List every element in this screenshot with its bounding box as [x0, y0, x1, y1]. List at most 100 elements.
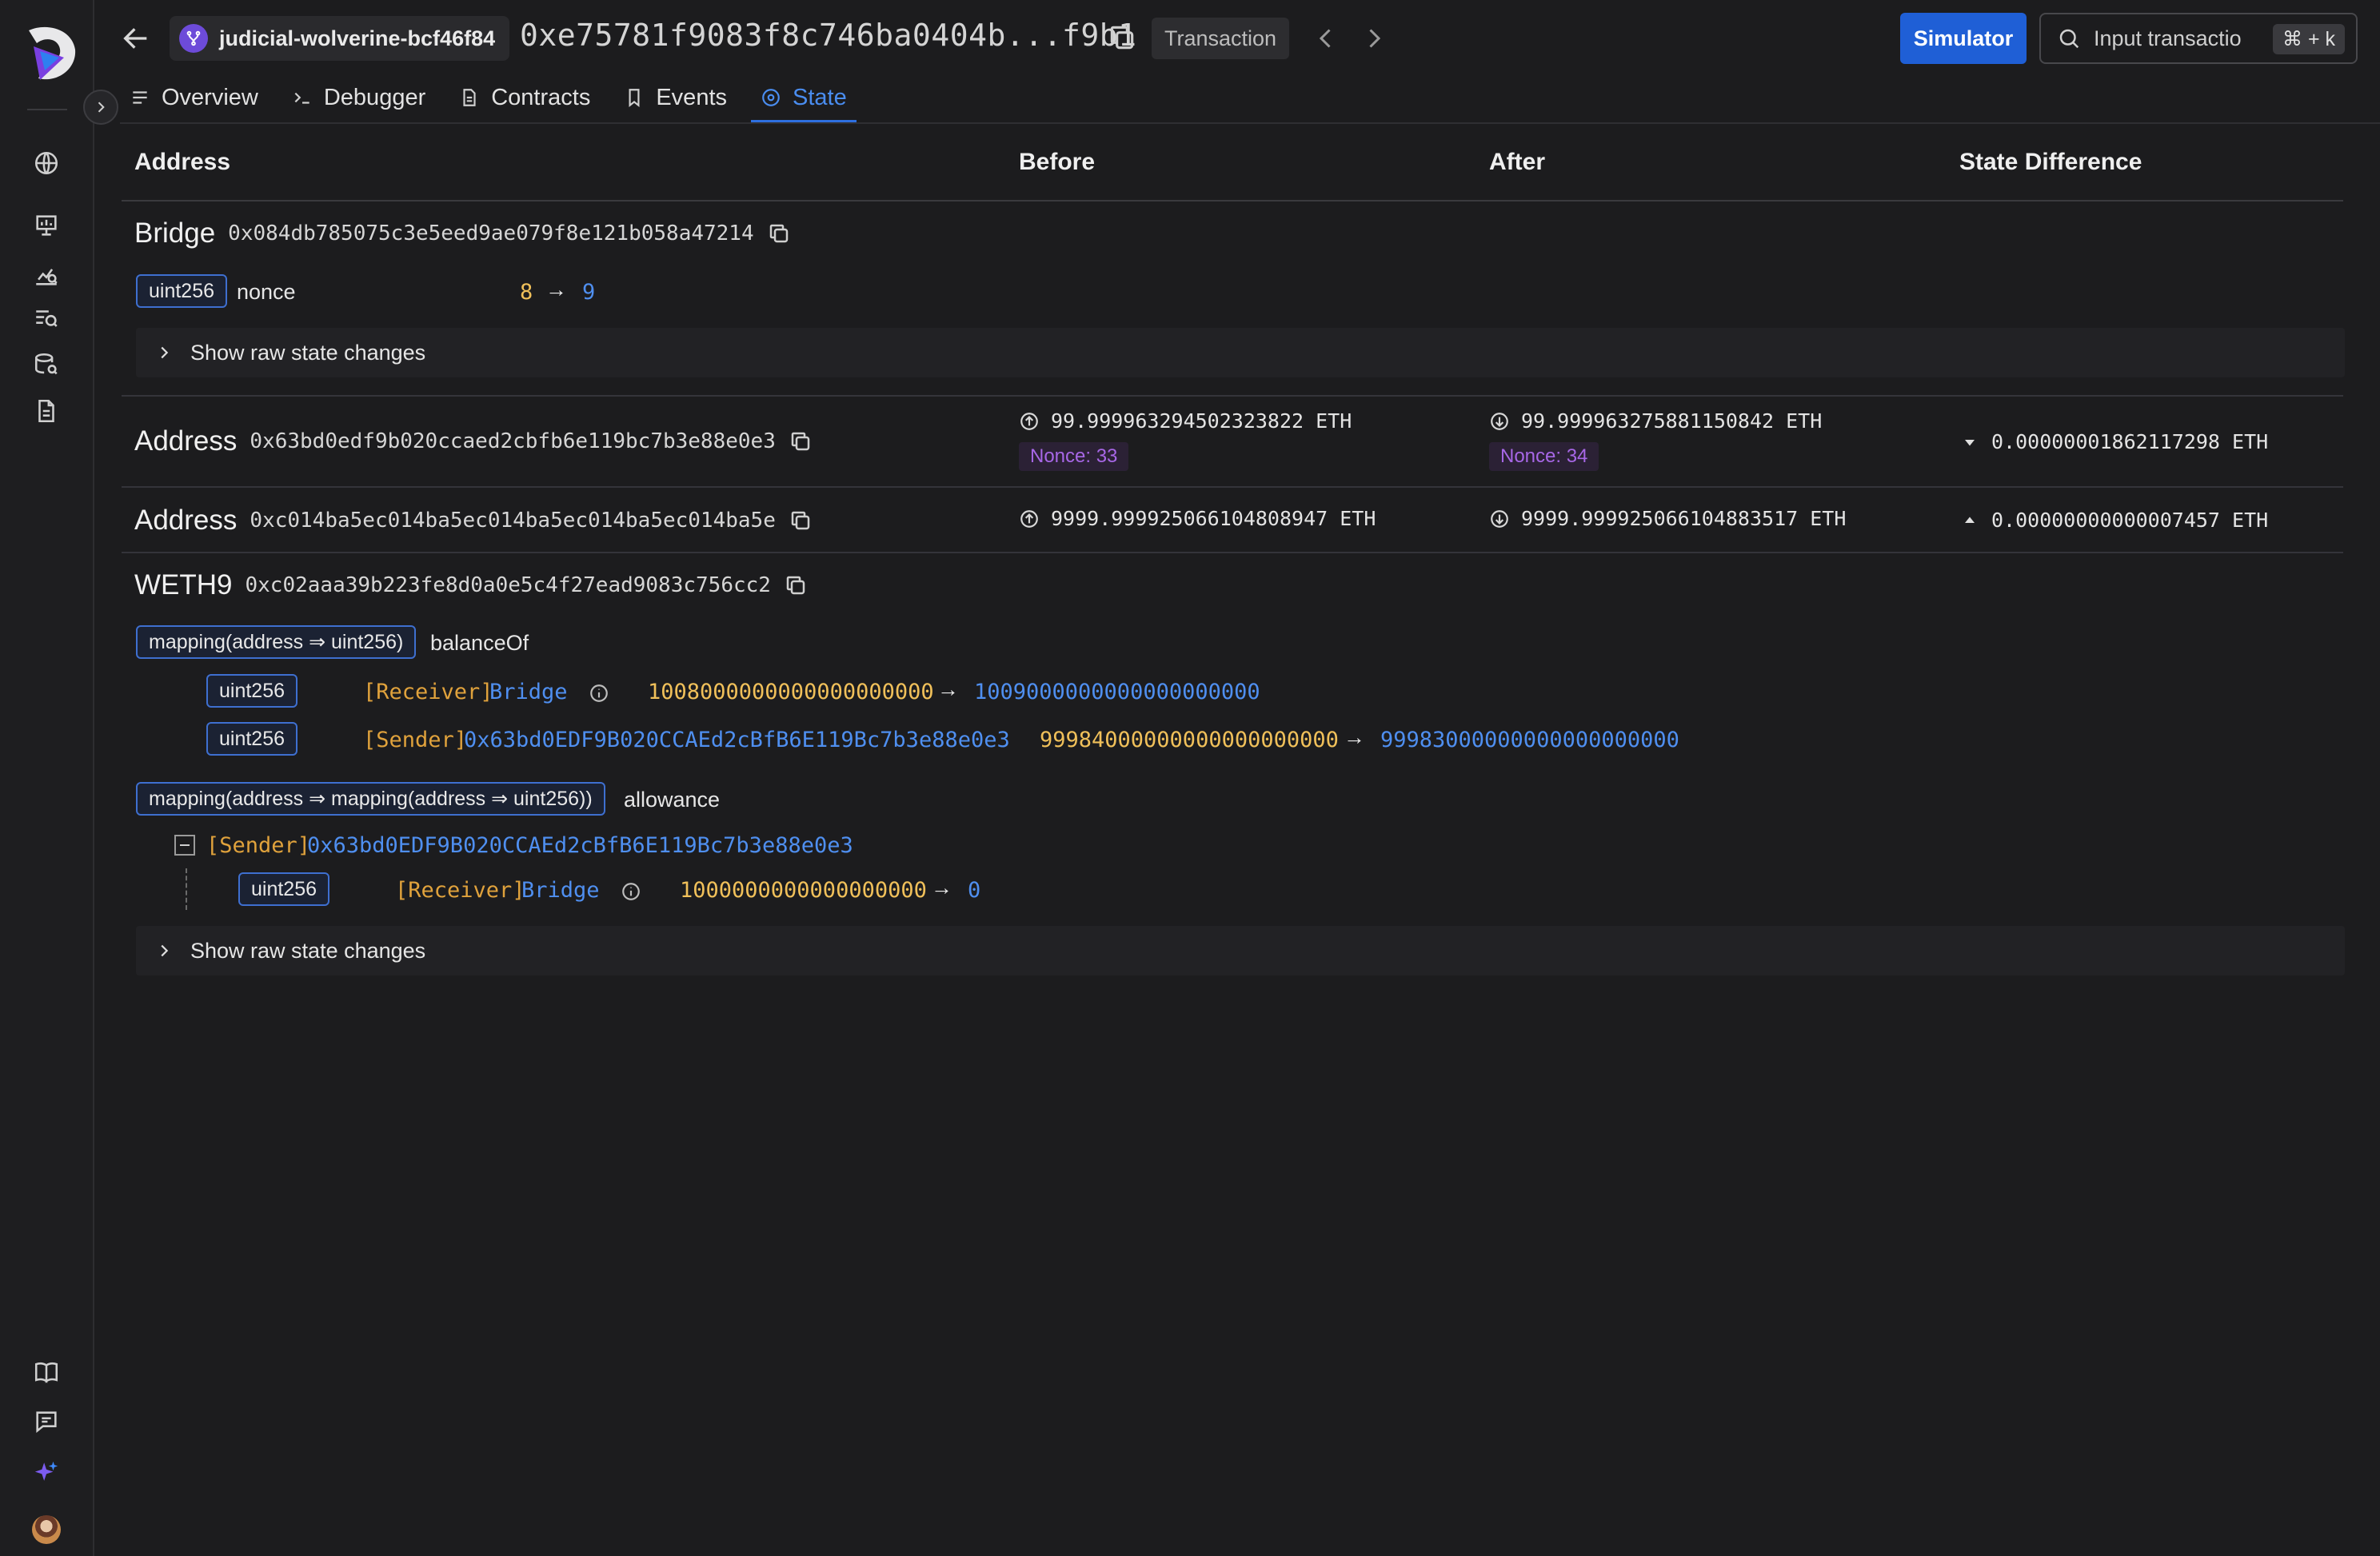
nonce-badge: Nonce: 34	[1489, 442, 1599, 471]
copy-icon[interactable]	[784, 573, 808, 597]
left-rail	[0, 0, 94, 1556]
contract-title-bridge: Bridge 0x084db785075c3e5eed9ae079f8e121b…	[134, 217, 791, 249]
contract-address[interactable]: 0xc02aaa39b223fe8d0a0e5c4f27ead9083c756c…	[246, 573, 771, 597]
value-before: 1008000000000000000000	[648, 680, 934, 704]
avatar[interactable]	[32, 1515, 61, 1544]
triangle-down-icon	[1965, 439, 1975, 445]
value-after: 99983000000000000000000	[1380, 728, 1679, 752]
chat-icon[interactable]	[30, 1406, 62, 1438]
account-label: Address	[134, 505, 238, 536]
variable-name: allowance	[624, 788, 721, 812]
transaction-hash: 0xe75781f9083f8c746ba0404b...f9b1	[520, 18, 1137, 53]
tree-connector	[186, 868, 187, 910]
collapse-toggle[interactable]	[174, 835, 195, 856]
balance-before: 99.999963294502323822 ETH	[1019, 409, 1352, 433]
state-table-header: Address Before After State Difference	[122, 136, 2343, 201]
account-address[interactable]: 0xc014ba5ec014ba5ec014ba5ec014ba5ec014ba…	[250, 509, 775, 533]
transaction-badge: Transaction	[1152, 18, 1290, 59]
tab-bar: Overview Debugger Contracts Events State	[120, 72, 857, 123]
row-divider	[122, 395, 2343, 397]
value-before: 99984000000000000000000	[1040, 728, 1339, 752]
role-label: [Sender]	[206, 833, 311, 858]
info-icon[interactable]	[589, 683, 609, 704]
type-tag: uint256	[136, 274, 228, 308]
tab-label: Overview	[162, 84, 258, 110]
change-arrow: →	[1344, 725, 1365, 749]
holder-name: Bridge	[489, 680, 568, 704]
tab-label: Contracts	[491, 84, 591, 110]
tab-label: State	[793, 84, 847, 110]
copy-icon[interactable]	[789, 509, 813, 533]
account-address[interactable]: 0x63bd0edf9b020ccaed2cbfb6e119bc7b3e88e0…	[250, 429, 775, 453]
chevron-left-icon[interactable]	[1312, 24, 1340, 53]
column-after: After	[1489, 149, 1546, 175]
database-search-icon[interactable]	[30, 349, 62, 381]
account-row-1: Address 0x63bd0edf9b020ccaed2cbfb6e119bc…	[134, 425, 813, 457]
raw-toggle-label: Show raw state changes	[190, 938, 426, 963]
value-after: 9	[582, 280, 596, 305]
difference-value: 0.00000000000007457 ETH	[1991, 509, 2269, 532]
chevron-right-icon[interactable]	[1360, 24, 1388, 53]
variable-name: nonce	[237, 280, 296, 304]
project-fork-icon	[179, 24, 208, 53]
nonce-badge: Nonce: 33	[1019, 442, 1129, 471]
back-arrow-icon[interactable]	[120, 22, 152, 54]
arrow-up-circle-icon	[1020, 509, 1038, 528]
balance-value: 9999.999925066104883517 ETH	[1521, 507, 1847, 530]
change-arrow: →	[937, 677, 959, 701]
balance-before: 9999.999925066104808947 ETH	[1019, 507, 1376, 530]
account-row-2: Address 0xc014ba5ec014ba5ec014ba5ec014ba…	[134, 505, 813, 537]
expand-sidebar-button[interactable]	[83, 90, 118, 125]
show-raw-state-changes[interactable]: Show raw state changes	[136, 926, 2345, 975]
simulator-button[interactable]: Simulator	[1900, 13, 2027, 64]
copy-icon[interactable]	[789, 429, 813, 453]
search-input[interactable]	[2094, 26, 2250, 51]
copy-icon[interactable]	[767, 221, 791, 245]
info-icon[interactable]	[621, 881, 641, 902]
chevron-right-icon	[98, 102, 105, 113]
project-chip[interactable]: judicial-wolverine-bcf46f84	[170, 16, 510, 61]
tab-debugger[interactable]: Debugger	[282, 72, 435, 123]
account-label: Address	[134, 425, 238, 457]
state-difference: 0.00000000000007457 ETH	[1963, 509, 2268, 532]
value-before: 8	[520, 280, 533, 305]
role-label: [Receiver]	[395, 878, 525, 903]
show-raw-state-changes[interactable]: Show raw state changes	[136, 328, 2345, 377]
search-box[interactable]: ⌘ + k	[2039, 13, 2358, 64]
column-before: Before	[1019, 149, 1096, 175]
document-icon[interactable]	[30, 395, 62, 427]
owner-address[interactable]: 0x63bd0EDF9B020CCAEd2cBfB6E119Bc7b3e88e0…	[307, 833, 853, 858]
tab-state[interactable]: State	[751, 72, 857, 123]
arrow-up-circle-icon	[1020, 412, 1038, 430]
copy-icon[interactable]	[1107, 22, 1137, 53]
row-divider	[122, 486, 2343, 488]
value-after: 1009000000000000000000	[974, 680, 1260, 704]
presentation-icon[interactable]	[30, 209, 62, 241]
globe-icon[interactable]	[30, 147, 62, 179]
spender-name: Bridge	[521, 878, 600, 903]
column-address: Address	[134, 149, 231, 175]
arrow-down-circle-icon	[1491, 509, 1508, 528]
type-tag: uint256	[238, 872, 330, 906]
role-label: [Receiver]	[363, 680, 493, 704]
balance-value: 99.999963294502323822 ETH	[1051, 409, 1352, 433]
app-logo[interactable]	[22, 22, 78, 86]
holder-address[interactable]: 0x63bd0EDF9B020CCAEd2cBfB6E119Bc7b3e88e0…	[464, 728, 1010, 752]
list-search-icon[interactable]	[30, 302, 62, 334]
keyboard-shortcut: ⌘ + k	[2273, 24, 2345, 54]
book-icon[interactable]	[30, 1356, 62, 1388]
raw-toggle-label: Show raw state changes	[190, 340, 426, 365]
difference-value: 0.00000001862117298 ETH	[1991, 430, 2269, 453]
tab-overview[interactable]: Overview	[120, 72, 268, 123]
rail-divider	[27, 109, 67, 110]
type-tag: uint256	[206, 722, 298, 756]
state-difference: 0.00000001862117298 ETH	[1963, 430, 2268, 453]
tab-contracts[interactable]: Contracts	[449, 72, 600, 123]
analytics-icon[interactable]	[30, 259, 62, 291]
contract-title-weth9: WETH9 0xc02aaa39b223fe8d0a0e5c4f27ead908…	[134, 569, 808, 601]
tab-events[interactable]: Events	[614, 72, 737, 123]
contract-address[interactable]: 0x084db785075c3e5eed9ae079f8e121b058a472…	[228, 221, 753, 245]
search-icon	[2059, 29, 2079, 49]
sparkle-icon[interactable]	[30, 1457, 62, 1489]
balance-value: 9999.999925066104808947 ETH	[1051, 507, 1376, 530]
